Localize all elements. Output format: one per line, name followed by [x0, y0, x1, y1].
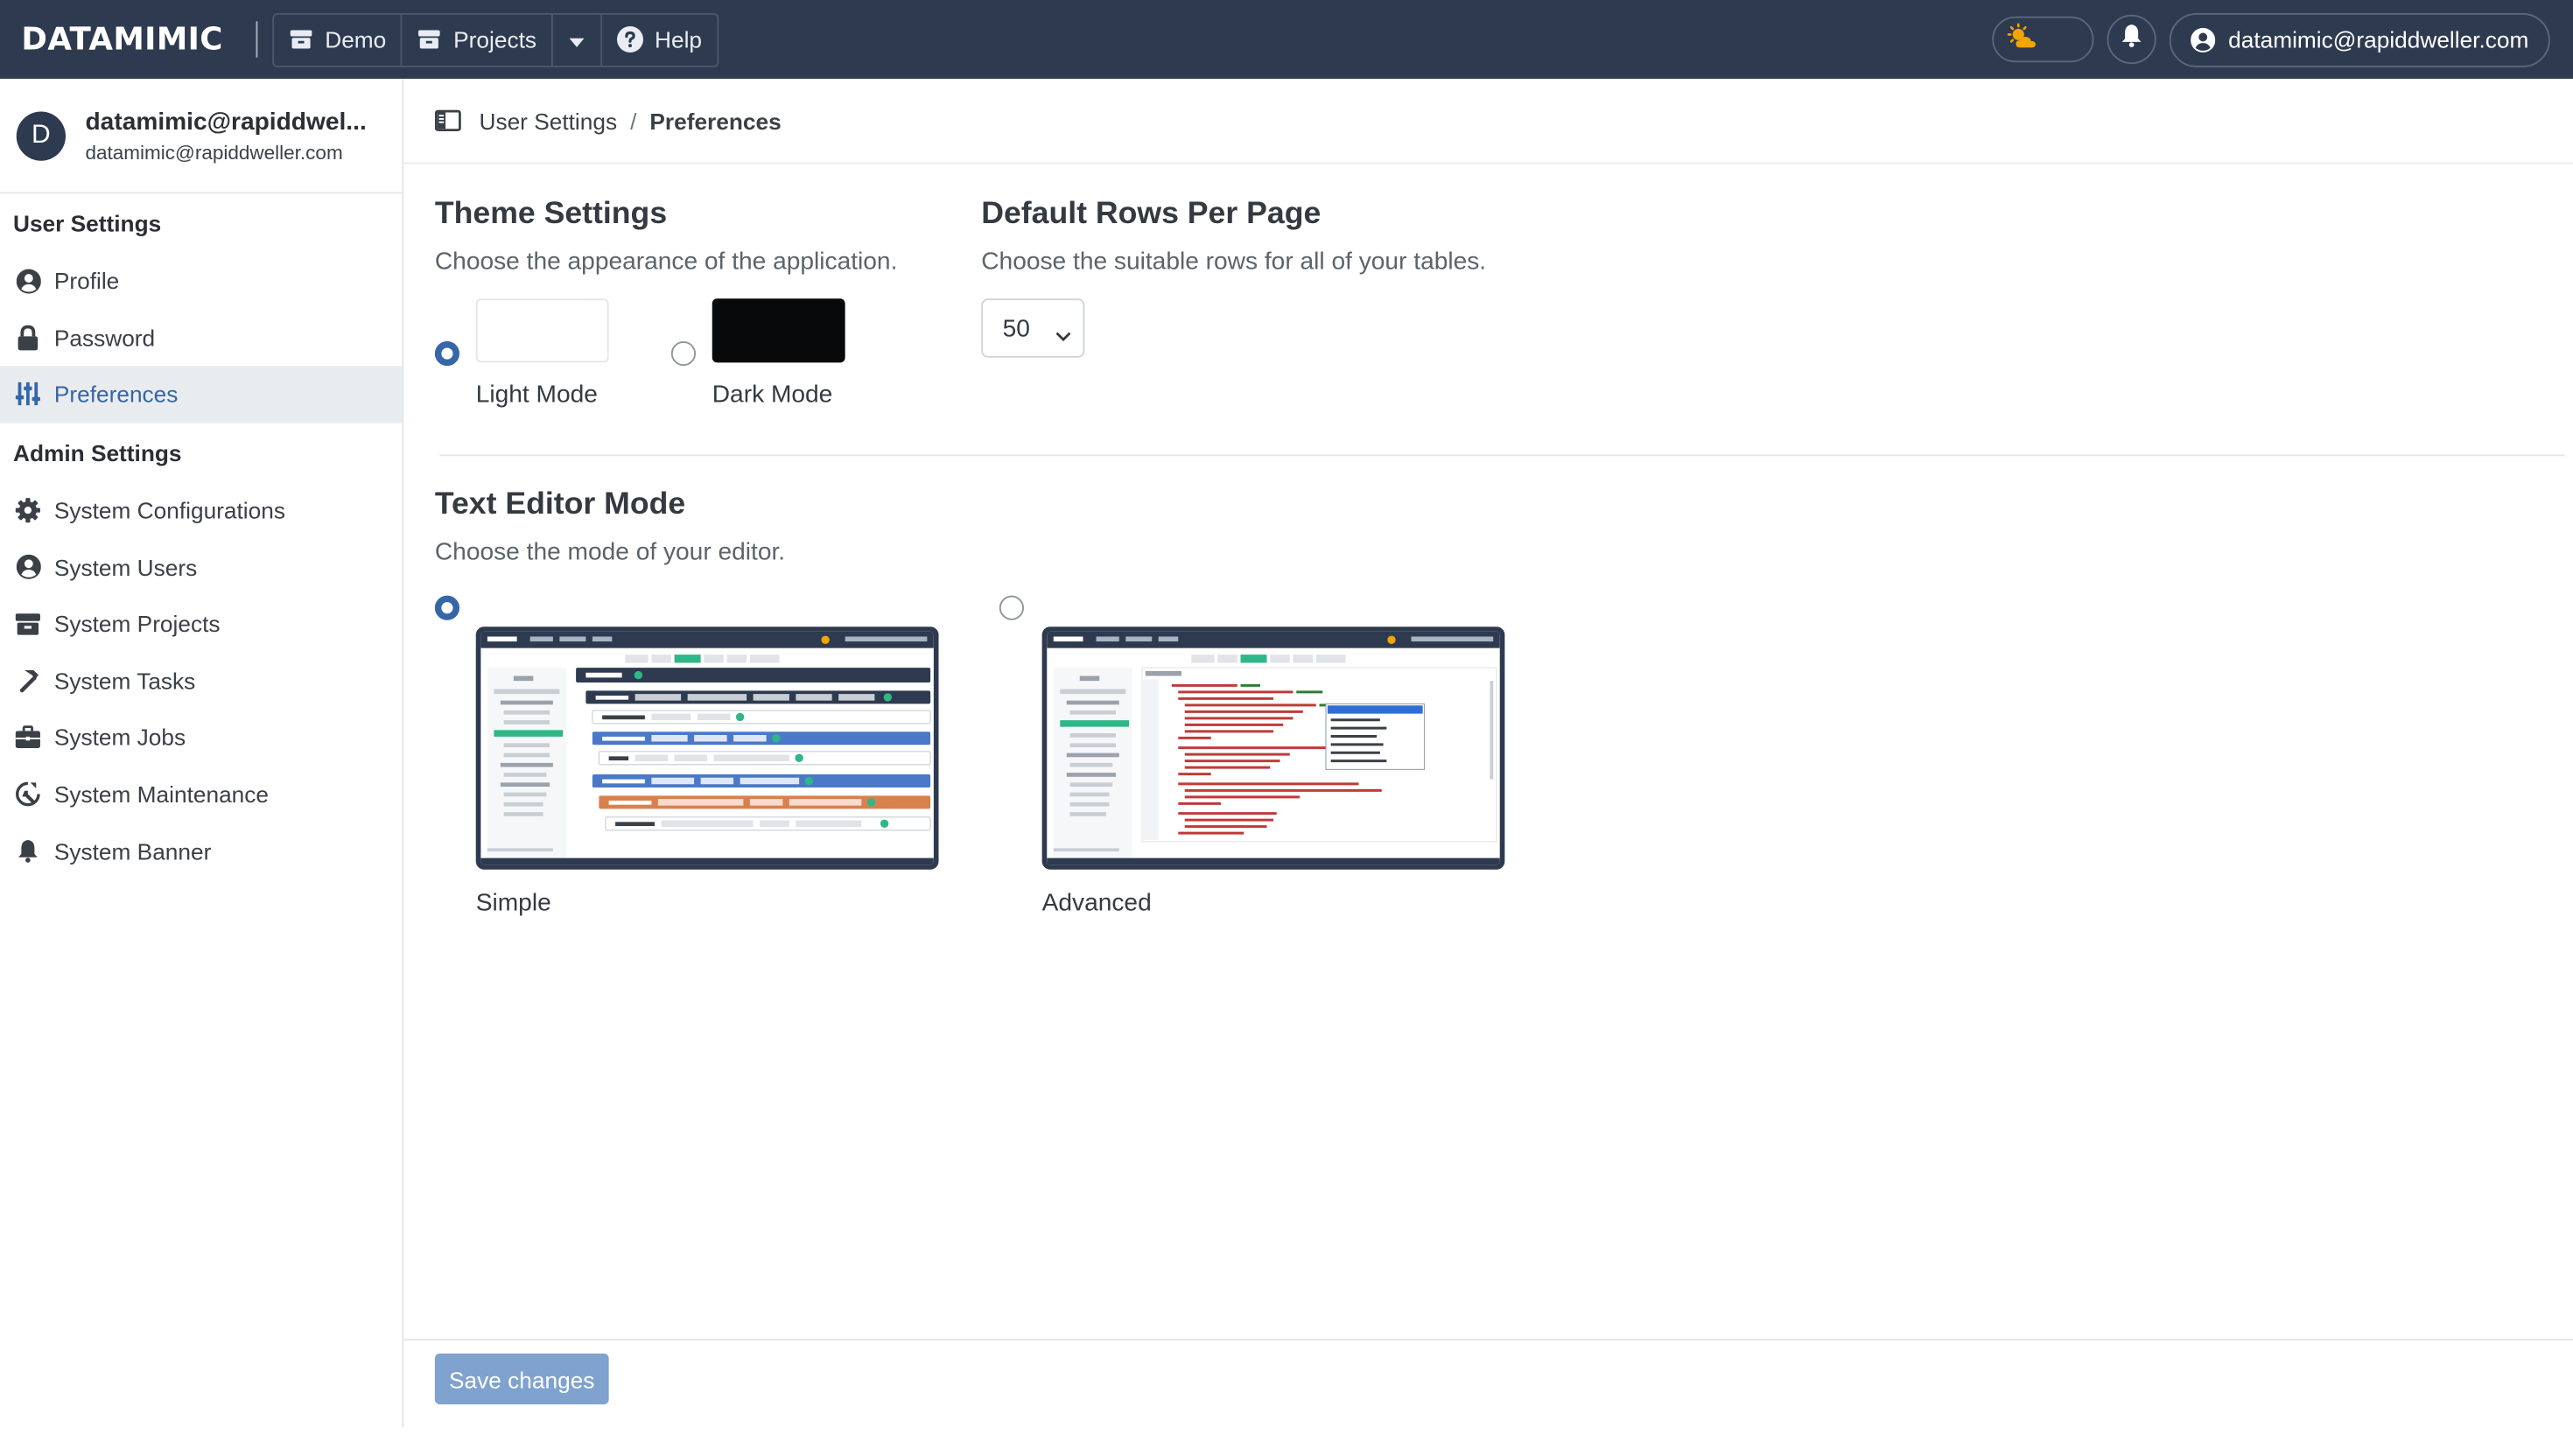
rows-per-page-value: 50 — [1002, 314, 1030, 342]
question-circle-icon — [616, 26, 643, 52]
save-changes-button[interactable]: Save changes — [434, 1353, 609, 1404]
breadcrumb: User Settings / Preferences — [403, 79, 2573, 164]
maintenance-icon — [15, 781, 41, 808]
lock-icon — [15, 325, 41, 351]
profile-email: datamimic@rapiddweller.com — [85, 140, 343, 164]
advanced-editor-radio[interactable] — [999, 595, 1024, 620]
light-mode-radio[interactable] — [434, 341, 459, 367]
theme-settings-description: Choose the appearance of the application… — [434, 248, 898, 276]
projects-dropdown-button[interactable] — [553, 13, 603, 66]
sidebar-item-password[interactable]: Password — [0, 310, 402, 367]
user-menu-button[interactable]: datamimic@rapiddweller.com — [2169, 12, 2550, 66]
sidebar-item-system-banner[interactable]: System Banner — [0, 822, 402, 879]
page-footer: Save changes — [403, 1339, 2573, 1427]
sidebar-item-label: System Maintenance — [53, 780, 270, 808]
sidebar-item-system-maintenance[interactable]: System Maintenance — [0, 766, 402, 822]
sidebar-item-profile[interactable]: Profile — [0, 253, 402, 310]
sidebar-item-system-configurations[interactable]: System Configurations — [0, 482, 402, 539]
archive-icon — [289, 28, 313, 51]
sidebar-item-preferences[interactable]: Preferences — [0, 366, 403, 424]
sun-cloud-icon — [2007, 22, 2040, 56]
sidebar-toggle-icon[interactable] — [434, 109, 461, 131]
sidebar-item-label: System Configurations — [53, 497, 285, 524]
rows-per-page-title: Default Rows Per Page — [981, 197, 1322, 232]
simple-editor-mockup — [487, 654, 931, 858]
rows-per-page-description: Choose the suitable rows for all of your… — [981, 248, 1487, 276]
user-circle-icon — [2191, 26, 2216, 52]
breadcrumb-current: Preferences — [649, 107, 782, 134]
sidebar-profile: D datamimic@rapiddwel... datamimic@rapid… — [0, 79, 403, 194]
profile-text: datamimic@rapiddwel... datamimic@rapiddw… — [86, 108, 389, 164]
briefcase-icon — [15, 725, 41, 750]
caret-down-icon — [569, 26, 585, 52]
notifications-button[interactable] — [2107, 14, 2156, 65]
archive-icon — [15, 612, 41, 636]
advanced-editor-preview[interactable] — [1041, 626, 1505, 870]
archive-icon — [417, 28, 442, 51]
sidebar: D datamimic@rapiddwel... datamimic@rapid… — [0, 79, 404, 1428]
brand-divider — [256, 21, 258, 58]
breadcrumb-parent[interactable]: User Settings — [480, 108, 618, 134]
simple-editor-label: Simple — [475, 889, 551, 918]
sidebar-item-label: System Tasks — [53, 667, 196, 694]
advanced-editor-label: Advanced — [1041, 889, 1152, 918]
sidebar-item-system-users[interactable]: System Users — [0, 539, 402, 596]
help-label: Help — [655, 26, 703, 52]
bell-icon — [2120, 23, 2142, 56]
sidebar-item-label: System Users — [53, 554, 198, 581]
user-circle-icon — [15, 555, 41, 580]
simple-editor-preview[interactable] — [475, 626, 939, 870]
preview-footer — [480, 858, 934, 865]
user-settings-heading: User Settings — [13, 210, 162, 236]
gear-icon — [15, 497, 41, 523]
sidebar-item-system-tasks[interactable]: System Tasks — [0, 652, 402, 709]
advanced-editor-mockup — [1053, 654, 1497, 858]
light-mode-label: Light Mode — [475, 381, 598, 409]
sidebar-item-system-jobs[interactable]: System Jobs — [0, 709, 402, 766]
top-right-controls: datamimic@rapiddweller.com — [1992, 12, 2550, 66]
bell-icon — [15, 838, 41, 864]
simple-editor-radio[interactable] — [434, 595, 459, 620]
profile-name: datamimic@rapiddwel... — [85, 107, 367, 136]
user-menu-label: datamimic@rapiddweller.com — [2228, 26, 2529, 52]
text-editor-mode-title: Text Editor Mode — [434, 486, 686, 522]
preview-navbar — [1047, 631, 1500, 648]
avatar: D — [16, 110, 66, 160]
nav-button-group: Demo Projects Help — [272, 12, 719, 66]
main-content: User Settings / Preferences Theme Settin… — [403, 79, 2573, 1427]
admin-settings-heading: Admin Settings — [13, 439, 182, 466]
projects-button[interactable]: Projects — [403, 13, 553, 66]
user-circle-icon — [15, 269, 41, 294]
preview-navbar — [480, 631, 934, 648]
demo-button[interactable]: Demo — [274, 13, 403, 66]
breadcrumb-separator: / — [630, 107, 637, 134]
sidebar-item-label: Password — [53, 325, 156, 352]
sidebar-item-label: Preferences — [53, 381, 179, 408]
sidebar-item-label: System Jobs — [53, 724, 186, 751]
demo-label: Demo — [325, 26, 387, 52]
light-mode-swatch[interactable] — [475, 298, 609, 363]
theme-toggle[interactable] — [1992, 16, 2094, 63]
help-button[interactable]: Help — [602, 14, 717, 65]
chevron-down-icon — [1055, 322, 1072, 350]
theme-settings-title: Theme Settings — [434, 197, 668, 232]
hammer-icon — [15, 668, 41, 694]
preview-footer — [1047, 858, 1500, 865]
brand-logo[interactable]: DATAMIMIC — [21, 21, 251, 57]
dark-mode-radio[interactable] — [670, 341, 696, 367]
section-divider — [439, 454, 2565, 457]
dark-mode-label: Dark Mode — [712, 381, 833, 409]
sliders-icon — [15, 382, 41, 408]
projects-label: Projects — [453, 26, 537, 52]
sidebar-item-system-projects[interactable]: System Projects — [0, 596, 402, 653]
sidebar-item-label: System Banner — [53, 837, 212, 864]
rows-per-page-select[interactable]: 50 — [981, 298, 1085, 358]
sidebar-item-label: System Projects — [53, 610, 221, 637]
dark-mode-swatch[interactable] — [712, 298, 845, 363]
text-editor-mode-description: Choose the mode of your editor. — [434, 538, 786, 566]
top-navbar: DATAMIMIC Demo Projects Help datamimic@r… — [0, 0, 2573, 79]
sidebar-item-label: Profile — [53, 268, 120, 295]
